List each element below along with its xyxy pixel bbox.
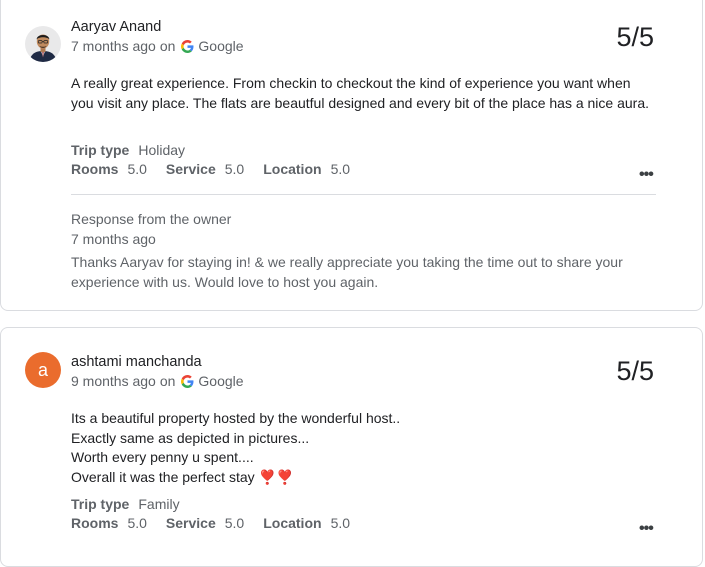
owner-response-time: 7 months ago bbox=[71, 231, 156, 247]
service-value: 5.0 bbox=[224, 161, 245, 177]
review-card: a ashtami manchanda 9 months ago on Goog… bbox=[0, 327, 703, 567]
rooms-label: Rooms bbox=[71, 515, 119, 531]
person-photo-icon bbox=[25, 26, 61, 62]
rooms-value: 5.0 bbox=[127, 161, 147, 177]
google-icon bbox=[181, 374, 194, 388]
review-time: 9 months ago bbox=[71, 373, 156, 389]
review-meta: 7 months ago on Google bbox=[71, 38, 244, 54]
location-label: Location bbox=[263, 161, 322, 177]
trip-type-value: Family bbox=[138, 496, 180, 512]
review-text: A really great experience. From checkin … bbox=[71, 75, 649, 111]
trip-type-row: Trip type Holiday bbox=[71, 142, 204, 158]
rating-score: 5/5 bbox=[616, 356, 654, 386]
more-options-icon[interactable]: ••• bbox=[639, 520, 654, 538]
service-label: Service bbox=[165, 161, 216, 177]
rating-score: 5/5 bbox=[616, 22, 654, 52]
sub-ratings-row: Rooms 5.0 Service 5.0 Location 5.0 bbox=[71, 161, 369, 177]
rooms-value: 5.0 bbox=[127, 515, 147, 531]
review-on-text: on bbox=[159, 38, 176, 54]
review-source[interactable]: Google bbox=[198, 373, 243, 389]
divider bbox=[71, 194, 656, 195]
avatar[interactable] bbox=[25, 26, 61, 62]
location-value: 5.0 bbox=[330, 515, 351, 531]
rooms-label: Rooms bbox=[71, 161, 119, 177]
review-meta: 9 months ago on Google bbox=[71, 373, 244, 389]
review-time: 7 months ago bbox=[71, 38, 156, 54]
service-value: 5.0 bbox=[224, 515, 245, 531]
trip-type-label: Trip type bbox=[71, 142, 130, 158]
review-source[interactable]: Google bbox=[198, 38, 243, 54]
review-card: Aaryav Anand 7 months ago on Google 5/5 … bbox=[0, 0, 703, 311]
reviewer-name[interactable]: Aaryav Anand bbox=[71, 19, 161, 35]
owner-response-text: Thanks Aaryav for staying in! & we reall… bbox=[71, 254, 623, 290]
trip-type-value: Holiday bbox=[138, 142, 186, 158]
reviewer-name[interactable]: ashtami manchanda bbox=[71, 354, 202, 370]
more-options-icon[interactable]: ••• bbox=[639, 166, 654, 184]
service-label: Service bbox=[165, 515, 216, 531]
review-on-text: on bbox=[159, 373, 176, 389]
location-value: 5.0 bbox=[330, 161, 351, 177]
google-icon bbox=[181, 39, 194, 53]
owner-response-title: Response from the owner bbox=[71, 211, 232, 227]
trip-type-label: Trip type bbox=[71, 496, 130, 512]
review-text: Its a beautiful property hosted by the w… bbox=[71, 410, 401, 485]
sub-ratings-row: Rooms 5.0 Service 5.0 Location 5.0 bbox=[71, 515, 369, 531]
trip-type-row: Trip type Family bbox=[71, 496, 199, 512]
location-label: Location bbox=[263, 515, 322, 531]
avatar[interactable]: a bbox=[25, 352, 61, 388]
